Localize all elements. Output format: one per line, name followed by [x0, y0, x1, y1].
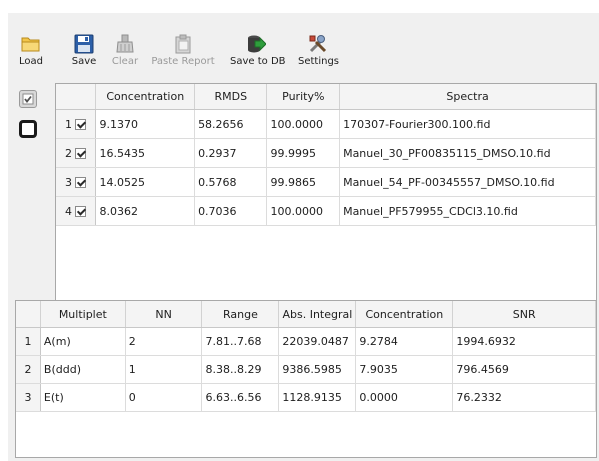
row-number: 3 [64, 175, 72, 189]
cell-purity[interactable]: 99.9865 [266, 167, 341, 197]
cell-multiplet[interactable]: E(t) [40, 383, 126, 412]
cell-rmds[interactable]: 0.2937 [194, 138, 268, 168]
cell-range[interactable]: 6.63..6.56 [201, 383, 280, 412]
row-checkbox[interactable] [75, 177, 87, 188]
load-button[interactable]: Load [17, 13, 45, 75]
cell-nn[interactable]: 0 [125, 383, 203, 412]
cell-spectra[interactable]: Manuel_PF579955_CDCl3.10.fid [339, 196, 596, 226]
folder-icon [21, 37, 40, 52]
clipboard-icon [175, 34, 191, 54]
clear-label: Clear [111, 56, 139, 67]
row-checkbox[interactable] [75, 148, 87, 159]
broom-icon [116, 34, 134, 53]
row-number[interactable]: 2 [16, 355, 41, 384]
tools-icon [309, 35, 327, 53]
table-row[interactable]: 1 A(m) 2 7.81..7.68 22039.0487 9.2784 19… [16, 327, 596, 356]
row-number[interactable]: 3 [16, 383, 41, 412]
cell-rmds[interactable]: 0.7036 [194, 196, 268, 226]
cell-concentration[interactable]: 9.1370 [95, 109, 196, 139]
row-number: 4 [64, 204, 72, 218]
column-header-snr[interactable]: SNR [452, 301, 596, 328]
cell-concentration[interactable]: 9.2784 [355, 327, 454, 356]
table-row[interactable]: 4 8.0362 0.7036 100.0000 Manuel_PF579955… [56, 196, 596, 226]
checkmark-icon [22, 93, 34, 105]
paste-report-label: Paste Report [151, 56, 215, 67]
column-header-concentration[interactable]: Concentration [95, 84, 196, 110]
cell-concentration[interactable]: 7.9035 [355, 355, 454, 384]
clear-button[interactable]: Clear [109, 13, 141, 75]
cell-snr[interactable]: 76.2332 [452, 383, 596, 412]
uncheck-all-button[interactable] [19, 120, 37, 138]
settings-label: Settings [298, 56, 340, 67]
column-header-multiplet[interactable]: Multiplet [40, 301, 126, 328]
save-button[interactable]: Save [70, 13, 98, 75]
cell-nn[interactable]: 2 [125, 327, 203, 356]
column-header-spectra[interactable]: Spectra [339, 84, 596, 110]
check-all-button[interactable] [19, 90, 37, 108]
cell-multiplet[interactable]: A(m) [40, 327, 126, 356]
column-header-range[interactable]: Range [201, 301, 280, 328]
toolbar: Load Save Clear Paste Report Save to DB … [8, 13, 599, 75]
spectra-table: Concentration RMDS Purity% Spectra 1 9.1… [55, 83, 597, 301]
cell-purity[interactable]: 99.9995 [266, 138, 341, 168]
cell-abs-integral[interactable]: 22039.0487 [278, 327, 357, 356]
cell-range[interactable]: 7.81..7.68 [201, 327, 280, 356]
column-header-rmds[interactable]: RMDS [194, 84, 268, 110]
column-header-nn[interactable]: NN [125, 301, 203, 328]
row-checkbox[interactable] [75, 206, 87, 217]
row-header[interactable]: 4 [56, 196, 97, 226]
row-header[interactable]: 2 [56, 138, 97, 168]
cell-concentration[interactable]: 8.0362 [95, 196, 196, 226]
table-row[interactable]: 2 B(ddd) 1 8.38..8.29 9386.5985 7.9035 7… [16, 355, 596, 384]
cell-purity[interactable]: 100.0000 [266, 196, 341, 226]
cell-rmds[interactable]: 0.5768 [194, 167, 268, 197]
cell-spectra[interactable]: 170307-Fourier300.100.fid [339, 109, 596, 139]
corner-header [16, 301, 41, 328]
cell-rmds[interactable]: 58.2656 [194, 109, 268, 139]
cell-range[interactable]: 8.38..8.29 [201, 355, 280, 384]
cell-purity[interactable]: 100.0000 [266, 109, 341, 139]
paste-report-button[interactable]: Paste Report [151, 13, 215, 75]
cell-abs-integral[interactable]: 9386.5985 [278, 355, 357, 384]
column-header-concentration[interactable]: Concentration [355, 301, 454, 328]
save-to-db-button[interactable]: Save to DB [230, 13, 286, 75]
table-row[interactable]: 1 9.1370 58.2656 100.0000 170307-Fourier… [56, 109, 596, 139]
multiplet-table: Multiplet NN Range Abs. Integral Concent… [15, 300, 597, 458]
cell-concentration[interactable]: 0.0000 [355, 383, 454, 412]
cell-concentration[interactable]: 16.5435 [95, 138, 196, 168]
column-header-abs-integral[interactable]: Abs. Integral [278, 301, 357, 328]
table-header-row: Concentration RMDS Purity% Spectra [56, 84, 596, 110]
row-number[interactable]: 1 [16, 327, 41, 356]
save-label: Save [71, 56, 97, 67]
app-window: Load Save Clear Paste Report Save to DB … [8, 13, 599, 461]
cell-spectra[interactable]: Manuel_30_PF00835115_DMSO.10.fid [339, 138, 596, 168]
settings-button[interactable]: Settings [298, 13, 340, 75]
row-checkbox[interactable] [75, 119, 87, 130]
row-header[interactable]: 3 [56, 167, 97, 197]
cell-spectra[interactable]: Manuel_54_PF-00345557_DMSO.10.fid [339, 167, 596, 197]
cell-snr[interactable]: 796.4569 [452, 355, 596, 384]
cell-abs-integral[interactable]: 1128.9135 [278, 383, 357, 412]
save-to-db-label: Save to DB [230, 56, 286, 67]
corner-header [56, 84, 97, 110]
cell-concentration[interactable]: 14.0525 [95, 167, 196, 197]
column-header-purity[interactable]: Purity% [266, 84, 341, 110]
row-number: 2 [64, 146, 72, 160]
cell-multiplet[interactable]: B(ddd) [40, 355, 126, 384]
table-row[interactable]: 3 14.0525 0.5768 99.9865 Manuel_54_PF-00… [56, 167, 596, 197]
table-row[interactable]: 2 16.5435 0.2937 99.9995 Manuel_30_PF008… [56, 138, 596, 168]
row-number: 1 [64, 117, 72, 131]
cell-snr[interactable]: 1994.6932 [452, 327, 596, 356]
table-row[interactable]: 3 E(t) 0 6.63..6.56 1128.9135 0.0000 76.… [16, 383, 596, 412]
floppy-disk-icon [74, 34, 94, 54]
load-label: Load [19, 56, 43, 67]
cell-nn[interactable]: 1 [125, 355, 203, 384]
row-header[interactable]: 1 [56, 109, 97, 139]
database-arrow-icon [248, 35, 266, 53]
table-header-row: Multiplet NN Range Abs. Integral Concent… [16, 301, 596, 328]
